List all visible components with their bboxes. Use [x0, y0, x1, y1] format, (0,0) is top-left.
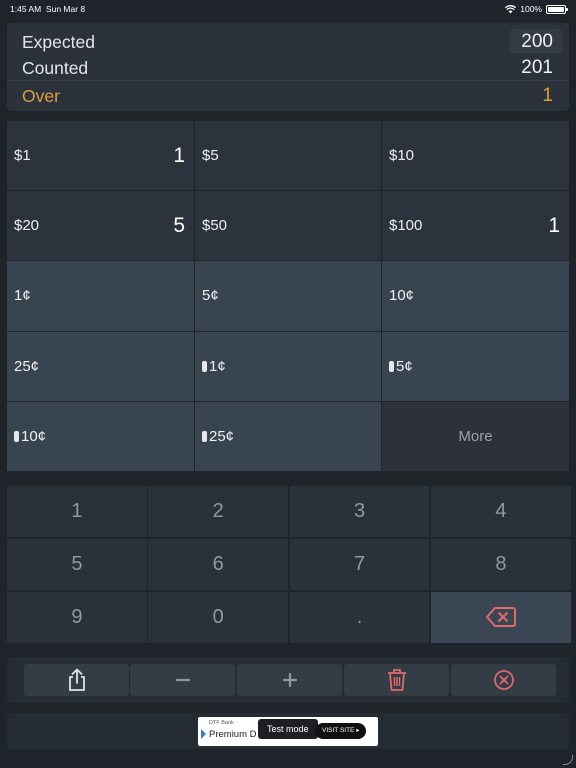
denom-label: $20: [14, 217, 40, 235]
key-2[interactable]: 2: [148, 486, 289, 538]
status-time: 1:45 AM Sun Mar 8: [10, 4, 86, 14]
denom-label: 10¢: [389, 287, 415, 305]
battery-percent: 100%: [520, 4, 542, 14]
denom-label-wrap: 5¢: [389, 358, 413, 375]
number-keypad: 1 2 3 4 5 6 7 8 9 0 .: [7, 486, 571, 644]
more-label: More: [458, 427, 493, 445]
key-4[interactable]: 4: [431, 486, 571, 538]
coin-roll-icon: [389, 360, 394, 372]
denom-cell-25-cent[interactable]: 25¢: [7, 331, 194, 401]
denom-label: 1¢: [14, 287, 31, 305]
key-9[interactable]: 9: [7, 591, 147, 644]
denom-cell-20-dollar[interactable]: $20 5: [7, 191, 194, 261]
key-6[interactable]: 6: [148, 538, 289, 591]
key-0[interactable]: 0: [148, 591, 289, 644]
ad-brand-text: Premium D: [209, 729, 257, 740]
denom-label: 5¢: [202, 287, 219, 305]
denom-cell-5-cent[interactable]: 5¢: [195, 261, 381, 331]
ad-visit-site-button[interactable]: VISIT SITE ▸: [315, 723, 367, 739]
denom-cell-1-cent-roll[interactable]: 1¢: [195, 331, 381, 401]
status-bar: 1:45 AM Sun Mar 8 100%: [0, 0, 576, 20]
plus-icon: [282, 672, 297, 688]
denom-cell-1-dollar[interactable]: $1 1: [7, 121, 194, 191]
over-value: 1: [542, 85, 553, 106]
wifi-icon: [505, 4, 517, 13]
clear-icon: [493, 670, 514, 690]
denom-label: 25¢: [14, 357, 40, 375]
minus-button[interactable]: [130, 664, 235, 696]
denom-label: 1¢: [209, 357, 226, 375]
denom-cell-10-cent[interactable]: 10¢: [382, 261, 569, 331]
resize-corner-icon: [563, 755, 573, 765]
denom-cell-5-dollar[interactable]: $5: [195, 121, 381, 191]
denom-label: $10: [389, 147, 415, 164]
denom-label: 25¢: [209, 427, 235, 445]
denom-cell-10-dollar[interactable]: $10: [382, 121, 569, 191]
expected-label: Expected: [22, 32, 95, 52]
battery-icon: [546, 4, 568, 14]
denom-label-wrap: 10¢: [14, 428, 46, 445]
denom-label: 10¢: [21, 427, 47, 445]
coin-roll-icon: [14, 430, 19, 442]
denom-count: 1: [173, 144, 185, 167]
status-right: 100%: [505, 4, 568, 14]
ad-test-mode-label: Test mode: [258, 719, 318, 739]
denom-count: 1: [548, 214, 560, 238]
coin-roll-icon: [202, 430, 207, 442]
denom-cell-50-dollar[interactable]: $50: [195, 191, 381, 261]
denom-count: 5: [173, 214, 185, 238]
denom-label: $100: [389, 217, 423, 235]
denom-cell-25-cent-roll[interactable]: 25¢: [195, 401, 381, 471]
over-row: Over 1: [7, 82, 569, 108]
over-label: Over: [22, 86, 60, 106]
key-5[interactable]: 5: [7, 538, 147, 591]
minus-icon: [175, 678, 190, 682]
coin-roll-icon: [202, 360, 207, 372]
denomination-grid: $1 1 $5 $10 $20 5 $50 $100 1 1¢ 5¢ 10¢ 25¢ …: [7, 121, 569, 471]
denom-cell-5-cent-roll[interactable]: 5¢: [382, 331, 569, 401]
denom-label: $1: [14, 147, 31, 164]
denom-label: $5: [202, 147, 219, 164]
plus-button[interactable]: [237, 664, 342, 696]
share-icon: [68, 668, 85, 691]
delete-button[interactable]: [344, 664, 449, 696]
denom-label-wrap: 1¢: [202, 358, 226, 375]
summary-panel: Expected 200 Counted 201 Over 1: [7, 23, 569, 111]
key-7[interactable]: 7: [289, 538, 430, 591]
denom-cell-10-cent-roll[interactable]: 10¢: [7, 401, 194, 471]
bottom-toolbar: [7, 657, 569, 703]
counted-row: Counted 201: [7, 54, 569, 81]
expected-value: 200: [521, 31, 553, 52]
key-8[interactable]: 8: [431, 538, 571, 591]
denom-label: $50: [202, 217, 228, 235]
backspace-key[interactable]: [431, 591, 571, 644]
key-3[interactable]: 3: [289, 486, 430, 538]
counted-value: 201: [521, 57, 553, 78]
counted-label: Counted: [22, 58, 89, 78]
expected-row[interactable]: Expected 200: [7, 28, 569, 54]
clear-all-button[interactable]: [451, 664, 556, 696]
ad-logo-icon: [201, 729, 206, 739]
ad-banner[interactable]: DTF Bank Premium D Test mode VISIT SITE …: [198, 717, 378, 746]
backspace-icon: [485, 607, 516, 628]
denom-label-wrap: 25¢: [202, 428, 234, 445]
more-button[interactable]: More: [382, 401, 569, 471]
key-decimal[interactable]: .: [289, 591, 430, 644]
denom-label: 5¢: [396, 357, 413, 375]
denom-cell-100-dollar[interactable]: $100 1: [382, 191, 569, 261]
ad-bank-name: DTF Bank: [209, 720, 234, 726]
share-button[interactable]: [24, 664, 129, 696]
key-1[interactable]: 1: [7, 486, 147, 538]
denom-cell-1-cent[interactable]: 1¢: [7, 261, 194, 331]
trash-icon: [387, 669, 406, 691]
